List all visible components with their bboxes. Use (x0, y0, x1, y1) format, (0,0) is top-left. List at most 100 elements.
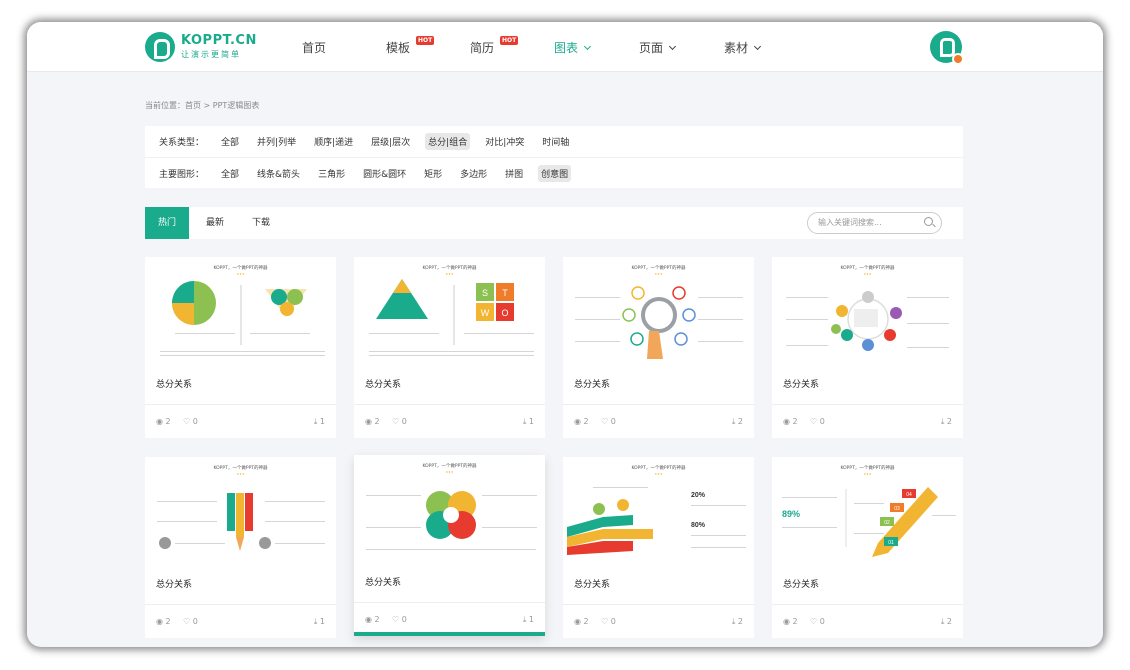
nav-item-pages[interactable]: 页面 (639, 39, 677, 56)
download-count[interactable]: ⤓ 2 (941, 617, 952, 627)
download-icon: ⤓ (731, 417, 736, 426)
card-title[interactable]: 总分关系 (783, 377, 819, 390)
filter-option[interactable]: 矩形 (421, 165, 445, 182)
pencil-step-3: 03 (894, 506, 900, 512)
view-count: ◉ 2 (574, 617, 589, 626)
template-card[interactable]: KOPPT，一个做PPT的神器 ★★★ S T W O 总分关系 ◉ 2 ♡ 0… (354, 257, 545, 438)
like-count[interactable]: ♡ 0 (810, 417, 825, 426)
swot-o: O (501, 308, 508, 318)
template-card[interactable]: KOPPT，一个做PPT的神器 ★★★ 总分关系 ◉ 2 ♡ 0 ⤓ 2 (563, 257, 754, 438)
card-title[interactable]: 总分关系 (365, 377, 401, 390)
view-count: ◉ 2 (156, 617, 171, 626)
template-card[interactable]: KOPPT，一个做PPT的神器 ★★★ 20% 80% 总分关系 ◉ 2 ♡ 0 … (563, 457, 754, 638)
like-count[interactable]: ♡ 0 (392, 417, 407, 426)
download-count[interactable]: ⤓ 1 (314, 617, 325, 627)
heart-icon: ♡ (601, 417, 609, 426)
filter-option[interactable]: 拼图 (502, 165, 526, 182)
template-card[interactable]: KOPPT，一个做PPT的神器 ★★★ 总分关系 ◉ 2 ♡ 0 ⤓ 1 (145, 257, 336, 438)
nav-item-charts[interactable]: 图表 (554, 39, 592, 56)
card-title[interactable]: 总分关系 (574, 577, 610, 590)
filter-main-shape: 主要图形： 全部 线条&箭头 三角形 圆形&圆环 矩形 多边形 拼图 创意图 (145, 157, 963, 188)
nav-item-home[interactable]: 首页 (302, 39, 326, 56)
card-thumbnail[interactable]: KOPPT，一个做PPT的神器 ★★★ (772, 257, 963, 369)
user-avatar[interactable] (930, 31, 964, 65)
card-stats: ◉ 2 ♡ 0 ⤓ 2 (772, 404, 963, 438)
tab-hot[interactable]: 热门 (145, 207, 189, 239)
template-card[interactable]: KOPPT，一个做PPT的神器 ★★★ 总分关系 ◉ 2 ♡ 0 ⤓ 1 (145, 457, 336, 638)
search-input[interactable]: 输入关键词搜索... (807, 212, 942, 234)
card-stats: ◉ 2 ♡ 0 ⤓ 2 (563, 404, 754, 438)
like-count[interactable]: ♡ 0 (183, 417, 198, 426)
eye-icon: ◉ (783, 617, 790, 626)
card-thumbnail[interactable]: KOPPT，一个做PPT的神器 ★★★ (145, 257, 336, 369)
card-thumbnail[interactable]: KOPPT，一个做PPT的神器 ★★★ (563, 257, 754, 369)
filter-option-selected[interactable]: 总分|组合 (425, 133, 471, 150)
hot-badge: HOT (416, 36, 435, 45)
filter-relation-type: 关系类型： 全部 并列|列举 顺序|递进 层级|层次 总分|组合 对比|冲突 时… (145, 126, 963, 157)
nav-item-templates[interactable]: 模板 HOT (386, 36, 435, 56)
like-count[interactable]: ♡ 0 (810, 617, 825, 626)
card-thumbnail[interactable]: KOPPT，一个做PPT的神器 ★★★ 20% 80% (563, 457, 754, 569)
download-icon: ⤓ (313, 617, 318, 626)
download-count[interactable]: ⤓ 1 (523, 615, 534, 625)
ribbon-steps-graphic: 20% 80% (567, 492, 706, 555)
filter-option[interactable]: 顺序|递进 (311, 133, 356, 150)
eye-icon: ◉ (156, 417, 163, 426)
petals-graphic (426, 491, 476, 539)
hot-badge: HOT (500, 36, 519, 45)
download-icon: ⤓ (522, 615, 527, 624)
filter-option[interactable]: 多边形 (457, 165, 490, 182)
download-count[interactable]: ⤓ 1 (523, 417, 534, 427)
filter-option[interactable]: 时间轴 (539, 133, 572, 150)
filter-option[interactable]: 全部 (218, 133, 242, 150)
top-navigation-bar: KOPPT.CN 让演示更简单 首页 模板 HOT 简历 HOT 图表 页面 素材 (27, 22, 1103, 72)
heart-icon: ♡ (810, 417, 818, 426)
view-count: ◉ 2 (783, 617, 798, 626)
filter-option[interactable]: 线条&箭头 (254, 165, 303, 182)
nav-item-resume[interactable]: 简历 HOT (470, 36, 519, 56)
download-count[interactable]: ⤓ 2 (732, 617, 743, 627)
card-title[interactable]: 总分关系 (156, 577, 192, 590)
heart-icon: ♡ (392, 615, 400, 624)
card-title[interactable]: 总分关系 (365, 575, 401, 588)
filter-option[interactable]: 全部 (218, 165, 242, 182)
card-title[interactable]: 总分关系 (156, 377, 192, 390)
like-count[interactable]: ♡ 0 (601, 617, 616, 626)
template-card[interactable]: KOPPT，一个做PPT的神器★★★ 89% 04 03 02 01 总分关系 (772, 457, 963, 638)
card-stats: ◉ 2 ♡ 0 ⤓ 2 (772, 604, 963, 638)
view-count: ◉ 2 (783, 417, 798, 426)
card-title[interactable]: 总分关系 (574, 377, 610, 390)
download-count[interactable]: ⤓ 2 (732, 417, 743, 427)
swot-w: W (481, 308, 490, 318)
download-count[interactable]: ⤓ 1 (314, 417, 325, 427)
filter-option[interactable]: 对比|冲突 (482, 133, 527, 150)
card-thumbnail[interactable]: KOPPT，一个做PPT的神器 ★★★ 89% 04 03 02 01 (772, 457, 963, 569)
template-card-hovered[interactable]: KOPPT，一个做PPT的神器 ★★★ 总分关系 ◉ 2 ♡ 0 ⤓ 1 (354, 455, 545, 636)
filter-option[interactable]: 层级|层次 (368, 133, 413, 150)
like-count[interactable]: ♡ 0 (183, 617, 198, 626)
card-thumbnail[interactable]: KOPPT，一个做PPT的神器 ★★★ (145, 457, 336, 569)
chevron-down-icon (668, 42, 677, 51)
hover-highlight-bar (354, 632, 545, 636)
template-card[interactable]: KOPPT，一个做PPT的神器 ★★★ 总分关系 ◉ 2 ♡ 0 ⤓ 2 (772, 257, 963, 438)
site-logo[interactable]: KOPPT.CN 让演示更简单 (145, 32, 256, 62)
like-count[interactable]: ♡ 0 (392, 615, 407, 624)
card-title[interactable]: 总分关系 (783, 577, 819, 590)
card-stats: ◉ 2 ♡ 0 ⤓ 1 (354, 404, 545, 438)
filter-option[interactable]: 圆形&圆环 (360, 165, 409, 182)
notification-dot (952, 53, 964, 65)
nav-item-materials[interactable]: 素材 (724, 39, 762, 56)
download-count[interactable]: ⤓ 2 (941, 417, 952, 427)
filter-option[interactable]: 三角形 (315, 165, 348, 182)
filter-option[interactable]: 并列|列举 (254, 133, 299, 150)
tab-latest[interactable]: 最新 (195, 207, 235, 239)
card-thumbnail[interactable]: KOPPT，一个做PPT的神器 ★★★ (354, 455, 545, 567)
tab-downloads[interactable]: 下载 (241, 207, 281, 239)
eye-icon: ◉ (574, 617, 581, 626)
pie-diagram-graphic (172, 281, 307, 345)
filter-option-selected[interactable]: 创意图 (538, 164, 572, 182)
like-count[interactable]: ♡ 0 (601, 417, 616, 426)
card-thumbnail[interactable]: KOPPT，一个做PPT的神器 ★★★ S T W O (354, 257, 545, 369)
search-icon[interactable] (924, 217, 933, 226)
heart-icon: ♡ (810, 617, 818, 626)
